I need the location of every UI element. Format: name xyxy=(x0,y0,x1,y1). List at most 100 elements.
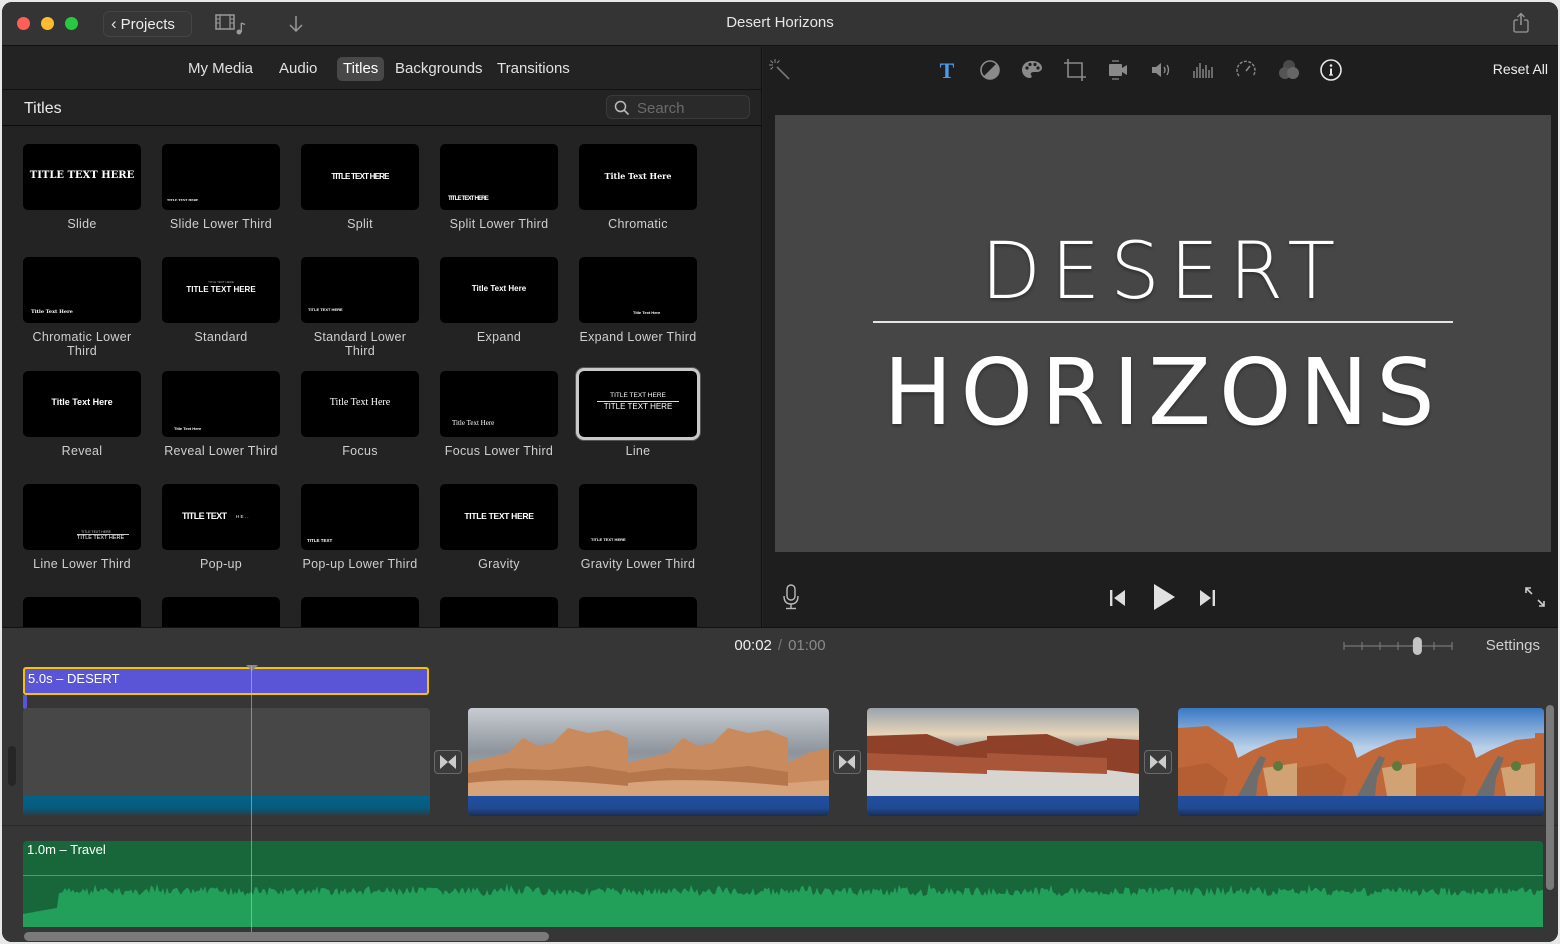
clip-filter-icon[interactable] xyxy=(1277,58,1301,82)
share-icon[interactable] xyxy=(1512,12,1530,34)
title-thumbnail[interactable] xyxy=(301,597,419,627)
tab-audio[interactable]: Audio xyxy=(273,57,323,81)
title-item-reveal-lower-third[interactable]: Title Text Here Reveal Lower Third xyxy=(162,371,280,458)
title-thumbnail[interactable]: Title Text Here xyxy=(301,371,419,437)
title-thumbnail-selected[interactable]: TITLE TEXT HERE TITLE TEXT HERE xyxy=(576,368,700,440)
title-thumbnail[interactable] xyxy=(440,597,558,627)
timeline-zoom-slider[interactable] xyxy=(1342,636,1454,656)
title-thumbnail[interactable]: Title Text Here xyxy=(440,257,558,323)
thumbnail-text: Title Text Here xyxy=(452,419,495,427)
title-item-pop-up[interactable]: TITLE TEXT H E . . Pop-up xyxy=(162,484,280,571)
title-thumbnail[interactable] xyxy=(162,597,280,627)
title-thumbnail[interactable] xyxy=(579,597,697,627)
horizontal-scrollbar[interactable] xyxy=(24,932,549,941)
title-thumbnail[interactable]: Title Text Here xyxy=(23,257,141,323)
title-item-line-lower-third[interactable]: TITLE TEXT HERE TITLE TEXT HERE Line Low… xyxy=(23,484,141,571)
settings-button[interactable]: Settings xyxy=(1486,637,1540,654)
preview-title-line2[interactable]: HORIZONS xyxy=(775,339,1551,446)
title-thumbnail[interactable]: TITLE TEXT HERE TITLE TEXT HERE xyxy=(162,257,280,323)
video-clip-desert-rock-formations[interactable] xyxy=(468,708,829,816)
crop-icon[interactable] xyxy=(1063,58,1087,82)
title-item-standard-lower-third[interactable]: TITLE TEXT HERE Standard Lower Third xyxy=(301,257,419,358)
title-thumbnail[interactable]: TITLE TEXT HERE xyxy=(440,484,558,550)
title-item-partial[interactable] xyxy=(23,597,141,627)
tab-backgrounds[interactable]: Backgrounds xyxy=(389,57,489,81)
zoom-slider-knob[interactable] xyxy=(1412,637,1422,655)
title-item-focus[interactable]: Title Text Here Focus xyxy=(301,371,419,458)
clip-frame xyxy=(788,708,829,796)
microphone-icon[interactable] xyxy=(781,584,801,610)
title-thumbnail[interactable]: TITLE TEXT H E . . xyxy=(162,484,280,550)
title-item-slide[interactable]: TITLE TEXT HERE Slide xyxy=(23,144,141,231)
title-item-partial[interactable] xyxy=(162,597,280,627)
title-item-line[interactable]: TITLE TEXT HERE TITLE TEXT HERE Line xyxy=(576,368,700,458)
reset-all-button[interactable]: Reset All xyxy=(1493,61,1548,77)
title-thumbnail[interactable]: Title Text Here xyxy=(162,371,280,437)
fullscreen-icon[interactable] xyxy=(1523,585,1547,609)
clip-info-icon[interactable] xyxy=(1319,58,1343,82)
title-thumbnail[interactable]: TITLE TEXT HERE xyxy=(579,484,697,550)
search-input[interactable] xyxy=(637,98,745,118)
title-item-label: Expand xyxy=(476,330,522,344)
magic-wand-icon[interactable] xyxy=(768,58,792,82)
vertical-scrollbar[interactable] xyxy=(1546,705,1554,890)
speed-gauge-icon[interactable] xyxy=(1234,58,1258,82)
title-thumbnail[interactable]: Title Text Here xyxy=(23,371,141,437)
video-clip-road-through-red-rocks[interactable] xyxy=(1178,708,1544,816)
title-item-partial[interactable] xyxy=(440,597,558,627)
title-item-partial[interactable] xyxy=(579,597,697,627)
video-preview[interactable]: DESERT HORIZONS xyxy=(775,115,1551,552)
title-item-gravity[interactable]: TITLE TEXT HERE Gravity xyxy=(440,484,558,571)
transition-button[interactable] xyxy=(434,750,462,774)
title-thumbnail[interactable]: TITLE TEXT HERE xyxy=(301,257,419,323)
title-item-chromatic[interactable]: Title Text Here Chromatic xyxy=(579,144,697,231)
title-item-partial[interactable] xyxy=(301,597,419,627)
title-item-gravity-lower-third[interactable]: TITLE TEXT HERE Gravity Lower Third xyxy=(579,484,697,571)
tab-titles[interactable]: Titles xyxy=(337,57,385,81)
title-thumbnail[interactable] xyxy=(23,597,141,627)
transition-button[interactable] xyxy=(1144,750,1172,774)
preview-title-line1[interactable]: DESERT xyxy=(775,227,1551,317)
empty-video-clip[interactable] xyxy=(23,708,430,816)
title-thumbnail[interactable]: TITLE TEXT xyxy=(301,484,419,550)
title-thumbnail[interactable]: TITLE TEXT HERE TITLE TEXT HERE xyxy=(23,484,141,550)
playhead-handle[interactable] xyxy=(246,665,258,671)
title-thumbnail[interactable]: Title Text Here xyxy=(579,257,697,323)
playhead[interactable] xyxy=(251,666,252,936)
title-item-split-lower-third[interactable]: TITLE TEXT HERE Split Lower Third xyxy=(440,144,558,231)
title-item-pop-up-lower-third[interactable]: TITLE TEXT Pop-up Lower Third xyxy=(301,484,419,571)
title-item-expand[interactable]: Title Text Here Expand xyxy=(440,257,558,344)
skip-back-icon[interactable] xyxy=(1108,588,1128,608)
title-item-split[interactable]: TITLE TEXT HERE Split xyxy=(301,144,419,231)
title-item-chromatic-lower-third[interactable]: Title Text Here Chromatic Lower Third xyxy=(23,257,141,358)
titles-tool-icon[interactable]: T xyxy=(935,58,959,82)
equalizer-icon[interactable] xyxy=(1191,58,1215,82)
volume-icon[interactable] xyxy=(1149,58,1173,82)
play-icon[interactable] xyxy=(1151,582,1177,612)
title-item-reveal[interactable]: Title Text Here Reveal xyxy=(23,371,141,458)
stabilization-camera-icon[interactable] xyxy=(1106,58,1130,82)
title-item-focus-lower-third[interactable]: Title Text Here Focus Lower Third xyxy=(440,371,558,458)
timeline-resize-handle[interactable] xyxy=(8,746,16,786)
color-balance-icon[interactable] xyxy=(978,58,1002,82)
transition-button[interactable] xyxy=(833,750,861,774)
color-correction-palette-icon[interactable] xyxy=(1020,58,1044,82)
title-thumbnail[interactable]: TITLE TEXT HERE xyxy=(162,144,280,210)
thumbnail-text: Title Text Here xyxy=(51,397,113,407)
title-clip[interactable]: 5.0s – DESERT xyxy=(23,667,429,695)
skip-forward-icon[interactable] xyxy=(1197,588,1217,608)
title-thumbnail[interactable]: TITLE TEXT HERE xyxy=(440,144,558,210)
title-thumbnail[interactable]: Title Text Here xyxy=(440,371,558,437)
title-thumbnail[interactable]: TITLE TEXT HERE xyxy=(301,144,419,210)
video-clip-red-cliffs-white-rock[interactable] xyxy=(867,708,1139,816)
tab-transitions[interactable]: Transitions xyxy=(491,57,576,81)
title-item-slide-lower-third[interactable]: TITLE TEXT HERE Slide Lower Third xyxy=(162,144,280,231)
tab-my-media[interactable]: My Media xyxy=(182,57,259,81)
search-field[interactable] xyxy=(606,95,750,119)
title-thumbnail[interactable]: Title Text Here xyxy=(579,144,697,210)
title-item-expand-lower-third[interactable]: Title Text Here Expand Lower Third xyxy=(579,257,697,344)
title-item-standard[interactable]: TITLE TEXT HERE TITLE TEXT HERE Standard xyxy=(162,257,280,344)
title-thumbnail[interactable]: TITLE TEXT HERE xyxy=(23,144,141,210)
timeline[interactable]: 5.0s – DESERT 1.0m – Travel xyxy=(2,662,1558,942)
thumbnail-text: TITLE TEXT HERE xyxy=(308,307,343,312)
